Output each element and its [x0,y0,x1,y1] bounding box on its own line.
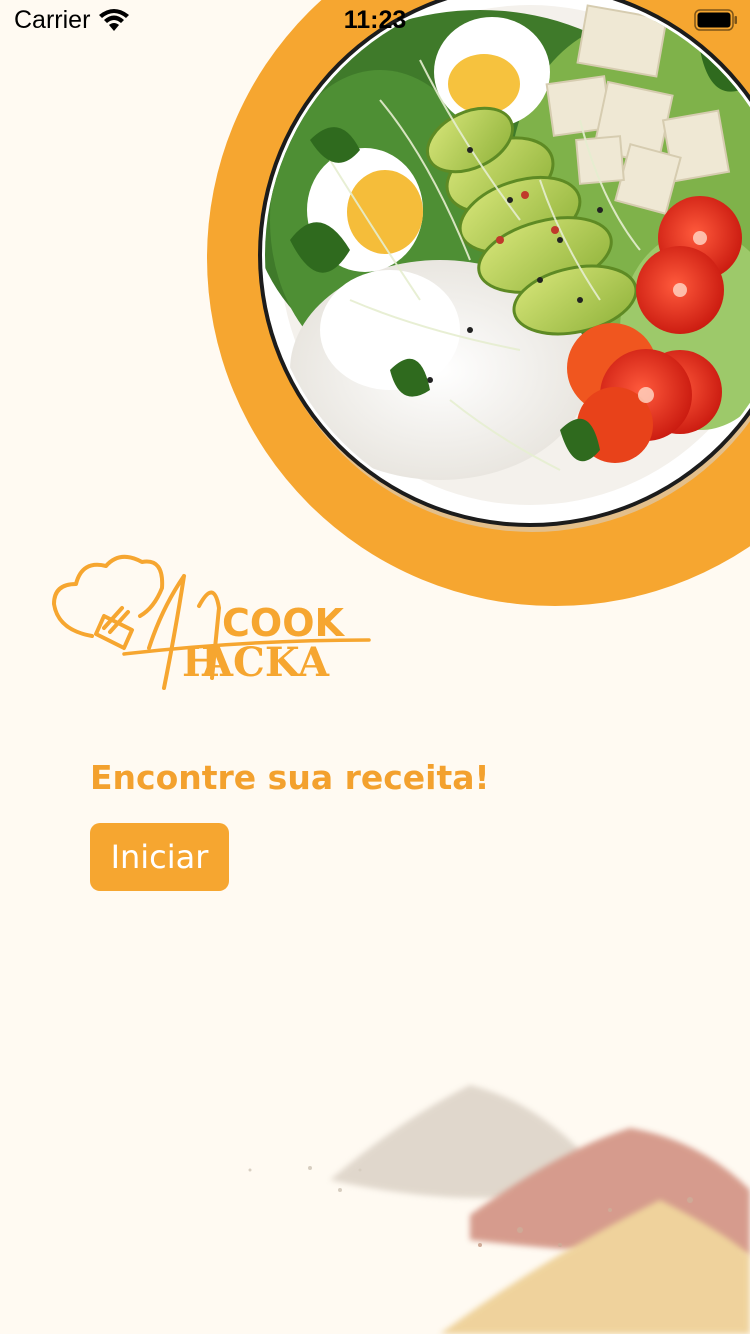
clock: 11:23 [343,6,407,34]
status-bar: Carrier 11:23 [0,0,750,40]
salad-bowl-image [207,0,750,606]
tagline: Encontre sua receita! [90,758,490,797]
welcome-screen: Carrier 11:23 H COOK ACKA Encontre sua r… [0,0,750,1334]
chef-hat-icon [52,554,165,650]
battery-icon [694,9,737,31]
spices-image [248,1085,750,1334]
hackacook-logo: H COOK ACKA [52,554,371,690]
start-button[interactable]: Iniciar [90,823,229,891]
logo-acka-text: ACKA [201,639,330,686]
